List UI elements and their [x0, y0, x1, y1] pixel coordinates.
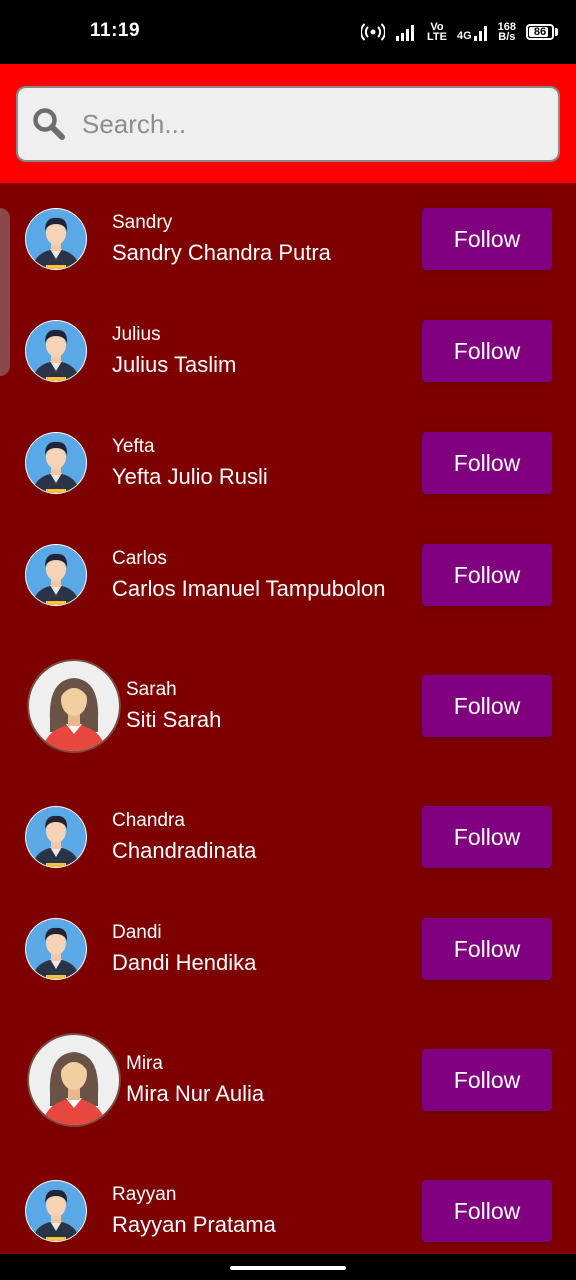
list-item[interactable]: Chandra Chandradinata Follow — [0, 781, 576, 893]
username: Julius — [112, 324, 161, 345]
list-item[interactable]: Mira Mira Nur Aulia Follow — [0, 1005, 576, 1155]
avatar — [26, 1032, 122, 1133]
search-icon — [33, 108, 65, 140]
network-type-label: 4G — [456, 30, 472, 42]
follow-button[interactable]: Follow — [422, 806, 552, 868]
user-list[interactable]: Sandry Sandry Chandra Putra Follow Julius Ju… — [0, 183, 576, 1254]
follow-button[interactable]: Follow — [422, 320, 552, 382]
hotspot-icon — [360, 23, 385, 41]
search-input[interactable] — [80, 107, 524, 141]
user-names: Dandi Dandi Hendika — [112, 921, 256, 977]
username: Yefta — [112, 436, 155, 457]
user-names: Rayyan Rayyan Pratama — [112, 1183, 276, 1239]
list-item[interactable]: Sarah Siti Sarah Follow — [0, 631, 576, 781]
avatar — [24, 207, 88, 276]
list-item[interactable]: Rayyan Rayyan Pratama Follow — [0, 1155, 576, 1267]
status-bar: 11:19 Vo LTE 4G 168 B/s 86 — [0, 0, 576, 64]
full-name: Sandry Chandra Putra — [112, 240, 331, 265]
username: Mira — [126, 1053, 163, 1074]
username: Sarah — [126, 679, 177, 700]
user-names: Yefta Yefta Julio Rusli — [112, 435, 268, 491]
list-item[interactable]: Sandry Sandry Chandra Putra Follow — [0, 183, 576, 295]
signal-icon-secondary — [473, 26, 487, 41]
follow-button[interactable]: Follow — [422, 208, 552, 270]
username: Sandry — [112, 212, 173, 233]
list-item[interactable]: Yefta Yefta Julio Rusli Follow — [0, 407, 576, 519]
status-icons: Vo LTE 4G 168 B/s 86 — [360, 18, 558, 46]
user-names: Mira Mira Nur Aulia — [126, 1052, 264, 1108]
follow-button[interactable]: Follow — [422, 918, 552, 980]
avatar — [24, 805, 88, 874]
username: Chandra — [112, 810, 185, 831]
list-item[interactable]: Dandi Dandi Hendika Follow — [0, 893, 576, 1005]
avatar — [24, 917, 88, 986]
network-speed: 168 B/s — [497, 21, 516, 43]
scroll-handle[interactable] — [0, 208, 10, 376]
search-bar[interactable] — [16, 86, 560, 162]
username: Carlos — [112, 548, 167, 569]
battery-icon: 86 — [526, 24, 554, 40]
list-item[interactable]: Carlos Carlos Imanuel Tampubolon Follow — [0, 519, 576, 631]
full-name: Dandi Hendika — [112, 950, 257, 975]
full-name: Chandradinata — [112, 838, 257, 863]
follow-button[interactable]: Follow — [422, 1049, 552, 1111]
battery-indicator: 86 — [526, 24, 558, 40]
user-names: Chandra Chandradinata — [112, 809, 256, 865]
home-indicator[interactable] — [230, 1266, 346, 1270]
full-name: Yefta Julio Rusli — [112, 464, 268, 489]
follow-button[interactable]: Follow — [422, 544, 552, 606]
full-name: Siti Sarah — [126, 707, 222, 732]
user-names: Julius Julius Taslim — [112, 323, 236, 379]
navigation-bar — [0, 1254, 576, 1280]
avatar — [24, 431, 88, 500]
header — [0, 64, 576, 183]
mobile-data-indicator: 4G — [456, 23, 488, 42]
avatar — [26, 658, 122, 759]
user-names: Sarah Siti Sarah — [126, 678, 221, 734]
follow-button[interactable]: Follow — [422, 1180, 552, 1242]
user-names: Sandry Sandry Chandra Putra — [112, 211, 331, 267]
username: Dandi — [112, 922, 162, 943]
signal-icon — [395, 25, 414, 41]
username: Rayyan — [112, 1184, 177, 1205]
follow-button[interactable]: Follow — [422, 432, 552, 494]
avatar — [24, 543, 88, 612]
avatar — [24, 1179, 88, 1248]
avatar — [24, 319, 88, 388]
status-time: 11:19 — [90, 20, 141, 41]
volte-indicator: Vo LTE — [426, 21, 447, 43]
follow-button[interactable]: Follow — [422, 675, 552, 737]
user-names: Carlos Carlos Imanuel Tampubolon — [112, 547, 386, 603]
full-name: Rayyan Pratama — [112, 1212, 276, 1237]
full-name: Carlos Imanuel Tampubolon — [112, 576, 386, 601]
list-item[interactable]: Julius Julius Taslim Follow — [0, 295, 576, 407]
battery-cap — [555, 28, 558, 36]
full-name: Julius Taslim — [112, 352, 237, 377]
battery-percentage: 86 — [533, 26, 547, 38]
full-name: Mira Nur Aulia — [126, 1081, 265, 1106]
